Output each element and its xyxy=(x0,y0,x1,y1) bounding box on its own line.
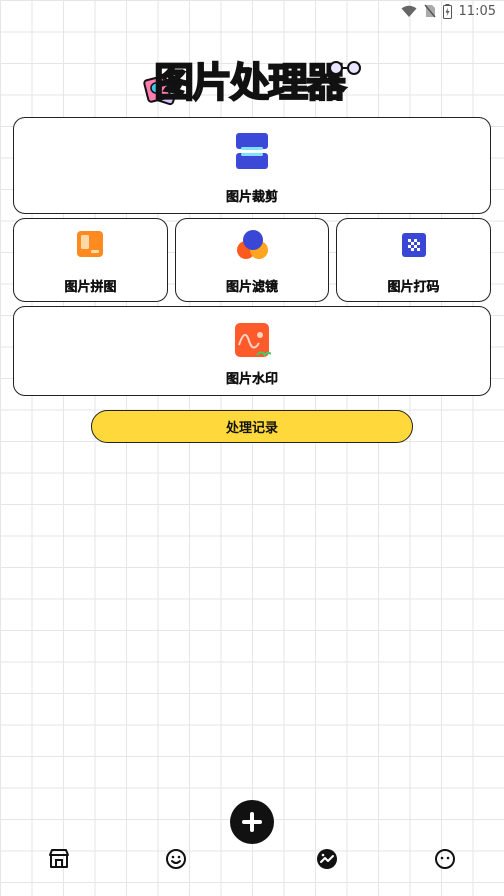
store-icon xyxy=(49,849,69,868)
wifi-icon xyxy=(401,5,417,18)
add-button[interactable] xyxy=(230,800,274,844)
profile-icon xyxy=(435,849,455,869)
nav-process[interactable] xyxy=(316,848,338,870)
filter-label: 图片滤镜 xyxy=(225,280,278,295)
app-title: 图片处理器 xyxy=(153,59,347,107)
watermark-icon xyxy=(235,323,272,363)
collage-icon xyxy=(77,231,103,261)
crop-card[interactable]: 图片裁剪 xyxy=(13,117,491,214)
status-bar: 11:05 xyxy=(0,0,504,22)
nav-home[interactable] xyxy=(48,848,70,870)
nav-smile[interactable] xyxy=(165,848,187,870)
history-button[interactable]: 处理记录 xyxy=(91,410,413,443)
filter-icon xyxy=(237,229,269,265)
watermark-card[interactable]: 图片水印 xyxy=(13,306,491,396)
smile-icon xyxy=(166,849,186,869)
watermark-label: 图片水印 xyxy=(225,372,278,387)
process-icon xyxy=(317,849,337,869)
collage-card[interactable]: 图片拼图 xyxy=(13,218,168,302)
mosaic-label: 图片打码 xyxy=(387,280,440,295)
bottom-nav xyxy=(0,840,504,876)
nav-profile[interactable] xyxy=(434,848,456,870)
crop-label: 图片裁剪 xyxy=(225,190,278,205)
no-sim-icon xyxy=(423,4,436,18)
glasses-icon xyxy=(329,61,361,75)
app-logo: 图片处理器 xyxy=(140,48,370,112)
filter-card[interactable]: 图片滤镜 xyxy=(175,218,329,302)
status-time: 11:05 xyxy=(458,3,496,19)
collage-label: 图片拼图 xyxy=(64,280,117,295)
mosaic-card[interactable]: 图片打码 xyxy=(336,218,491,302)
battery-charging-icon xyxy=(442,3,452,19)
crop-icon xyxy=(235,132,269,174)
plus-icon xyxy=(242,812,262,832)
mosaic-icon xyxy=(402,233,426,261)
